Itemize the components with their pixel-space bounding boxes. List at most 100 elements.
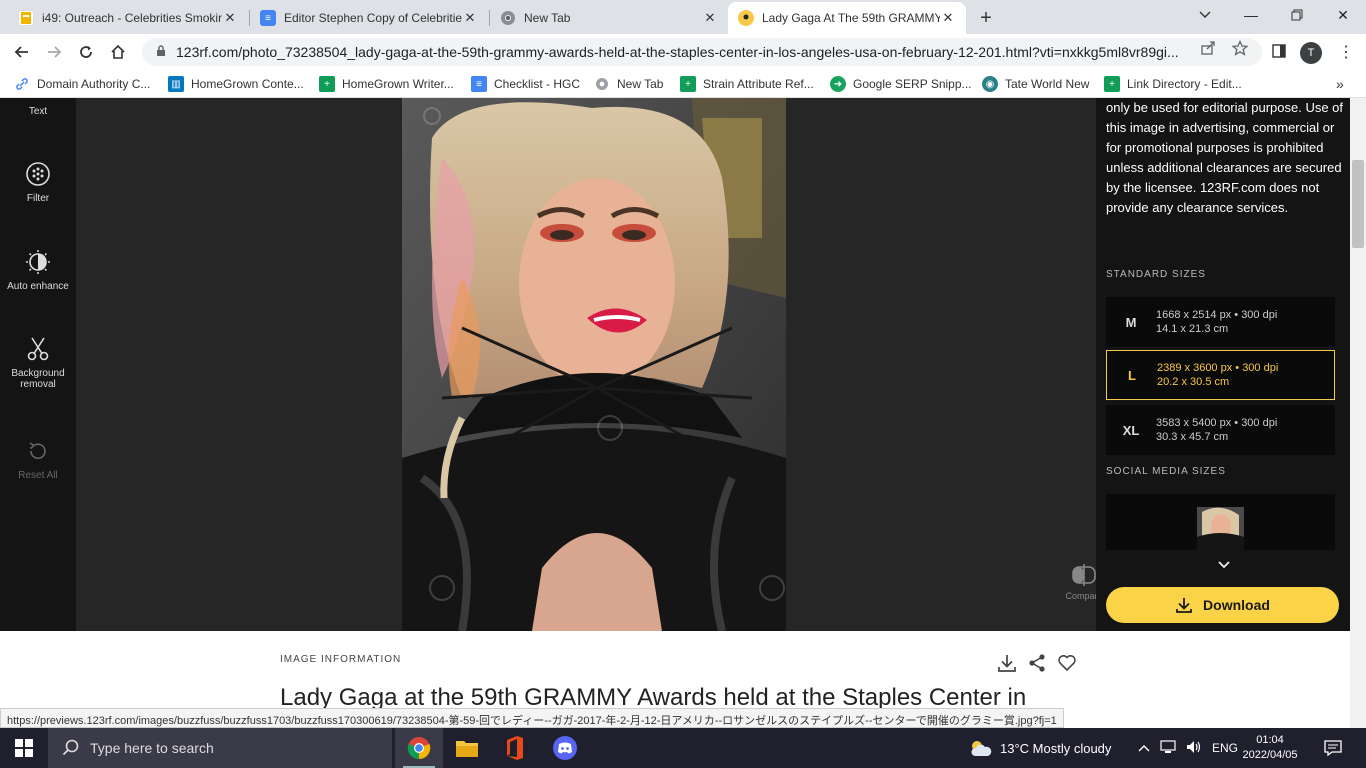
kebab-menu-icon[interactable]: ⋮ [1338,42,1354,62]
side-panel-icon[interactable] [1272,44,1286,61]
file-explorer-icon[interactable] [443,728,491,768]
chevron-down-icon[interactable] [1214,558,1234,572]
new-tab-button[interactable]: + [973,5,999,31]
discord-icon[interactable] [541,728,589,768]
bookmark-item[interactable]: + HomeGrown Writer... [319,75,454,93]
image-stage: Compare [76,98,1103,631]
docs-icon: ≡ [471,76,487,92]
download-icon[interactable] [996,652,1018,674]
bookmark-label: HomeGrown Conte... [191,77,304,91]
bookmark-item[interactable]: + Link Directory - Edit... [1104,75,1242,93]
more-bookmarks-chevron-icon[interactable]: » [1336,75,1344,93]
background-removal-tool[interactable]: Background removal [0,336,76,390]
bookmark-item[interactable]: Domain Authority C... [14,75,150,93]
restore-icon[interactable] [1274,0,1320,30]
bg-removal-label-2: removal [20,379,56,390]
auto-enhance-tool[interactable]: Auto enhance [0,249,76,292]
bg-removal-label-1: Background [11,368,65,379]
address-bar[interactable]: 123rf.com/photo_73238504_lady-gaga-at-th… [142,38,1262,66]
text-tool[interactable]: Text [0,106,76,117]
browser-tab-4-active[interactable]: Lady Gaga At The 59th GRAMMY ✕ [728,2,966,34]
sheets-icon: + [680,76,696,92]
image-actions [996,652,1078,674]
close-tab-icon[interactable]: ✕ [702,10,718,26]
size-option-l-selected[interactable]: L 2389 x 3600 px • 300 dpi 20.2 x 30.5 c… [1106,350,1335,400]
bookmark-item[interactable]: ▥ HomeGrown Conte... [168,75,304,93]
language-indicator[interactable]: ENG [1212,741,1238,755]
close-tab-icon[interactable]: ✕ [462,10,478,26]
forward-arrow-icon[interactable] [42,40,66,64]
size-pixels: 1668 x 2514 px • 300 dpi [1156,309,1278,321]
filter-tool[interactable]: Filter [0,161,76,204]
reload-icon[interactable] [74,40,98,64]
bookmark-item[interactable]: + Strain Attribute Ref... [680,75,814,93]
size-option-m[interactable]: M 1668 x 2514 px • 300 dpi 14.1 x 21.3 c… [1106,297,1335,347]
notification-center-icon[interactable] [1318,736,1348,760]
browser-toolbar: 123rf.com/photo_73238504_lady-gaga-at-th… [0,34,1366,70]
bookmark-label: Tate World New [1005,77,1090,91]
bookmark-item[interactable]: ➜ Google SERP Snipp... [830,75,972,93]
back-arrow-icon[interactable] [10,40,34,64]
social-size-option[interactable] [1106,494,1335,550]
profile-avatar[interactable]: T [1300,42,1322,64]
license-size-panel: only be used for editorial purpose. Use … [1096,98,1366,631]
text-tool-label: Text [28,106,48,117]
filter-tool-label: Filter [26,193,50,204]
windows-start-icon[interactable] [0,728,48,768]
bookmark-item[interactable]: ◉ Tate World New [982,75,1089,93]
reset-icon [25,438,51,464]
clock-time: 01:04 [1256,734,1284,746]
bookmark-label: Checklist - HGC [494,77,581,91]
lock-icon[interactable] [156,44,166,60]
size-cm: 14.1 x 21.3 cm [1156,323,1229,335]
download-icon [1175,596,1193,614]
bookmark-item[interactable]: New Tab [594,75,663,93]
chrome-icon [500,10,516,26]
social-thumbnail [1197,507,1244,550]
home-icon[interactable] [106,40,130,64]
scissors-icon [25,336,51,362]
close-tab-icon[interactable]: ✕ [940,10,956,26]
browser-tab-3[interactable]: New Tab ✕ [490,2,728,34]
windows-taskbar: Type here to search 13°C Mostly cloudy E… [0,728,1366,768]
trello-icon: ▥ [168,76,184,92]
office-icon[interactable] [491,728,539,768]
taskbar-search-box[interactable]: Type here to search [48,728,392,768]
bookmark-label: Link Directory - Edit... [1127,77,1242,91]
reset-all-label: Reset All [18,470,58,481]
browser-tab-2[interactable]: ≡ Editor Stephen Copy of Celebrities ✕ [250,2,488,34]
bookmark-item[interactable]: ≡ Checklist - HGC [471,75,580,93]
auto-enhance-icon [25,249,51,275]
sheets-icon: + [319,76,335,92]
size-option-xl[interactable]: XL 3583 x 5400 px • 300 dpi 30.3 x 45.7 … [1106,405,1335,455]
weather-text: 13°C Mostly cloudy [1000,740,1112,756]
sheets-icon [18,10,34,26]
docs-icon: ≡ [260,10,276,26]
minimize-icon[interactable]: — [1228,0,1274,30]
chevron-up-icon[interactable] [1138,741,1150,755]
tab-title: New Tab [524,11,571,25]
reset-all-tool[interactable]: Reset All [0,438,76,481]
weather-widget[interactable]: 13°C Mostly cloudy [968,728,1111,768]
download-button[interactable]: Download [1106,587,1339,623]
browser-tab-1[interactable]: i49: Outreach - Celebrities Smoking ✕ [8,2,248,34]
taskbar-clock[interactable]: 01:04 2022/04/05 [1238,733,1302,763]
standard-sizes-heading: STANDARD SIZES [1106,269,1206,280]
image-information-heading: IMAGE INFORMATION [280,654,402,665]
bookmarks-bar: Domain Authority C... ▥ HomeGrown Conte.… [0,70,1366,98]
share-icon[interactable] [1026,652,1048,674]
bookmark-star-icon[interactable] [1231,39,1249,59]
volume-icon[interactable] [1186,740,1202,757]
scrollbar-thumb[interactable] [1352,160,1364,248]
close-window-icon[interactable]: ✕ [1320,0,1366,30]
share-page-icon[interactable] [1200,40,1216,59]
tab-search-chevron-icon[interactable] [1182,0,1228,30]
chrome-taskbar-icon[interactable] [395,728,443,768]
globe-icon: ◉ [982,76,998,92]
heart-icon[interactable] [1056,652,1078,674]
social-sizes-heading: SOCIAL MEDIA SIZES [1106,466,1226,477]
preview-photo [402,98,786,631]
network-icon[interactable] [1160,739,1176,757]
download-label: Download [1203,597,1270,613]
close-tab-icon[interactable]: ✕ [222,10,238,26]
